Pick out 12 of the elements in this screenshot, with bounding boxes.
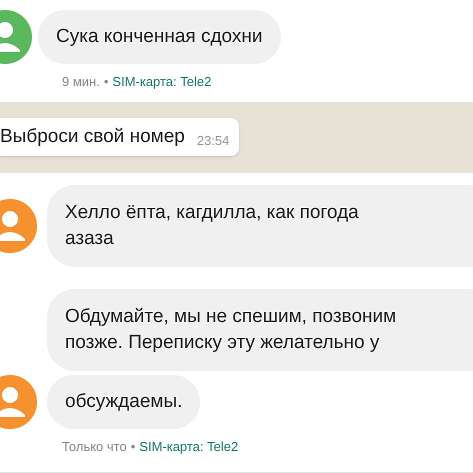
separator-dot: • xyxy=(104,73,108,91)
message-text: Выброси свой номер xyxy=(0,125,185,149)
message-text: Обдумайте, мы не спешим, позвоним позже. Переписку эту желательно у xyxy=(65,304,398,354)
separator-dot: • xyxy=(130,438,136,456)
message-time: 23:54 xyxy=(196,132,230,150)
sim-label: SIM-карта: Tele2 xyxy=(112,73,212,91)
sim-label: SIM-карта: Tele2 xyxy=(139,438,238,456)
message-text: Сука конченная сдохни xyxy=(56,25,263,49)
message-text: Хелло ёпта, кагдилла, как погода азаза xyxy=(65,200,360,250)
message-time: 9 мин. xyxy=(62,73,100,91)
message-time: Только что xyxy=(62,438,127,456)
message-text: обсуждаемы. xyxy=(65,390,182,414)
